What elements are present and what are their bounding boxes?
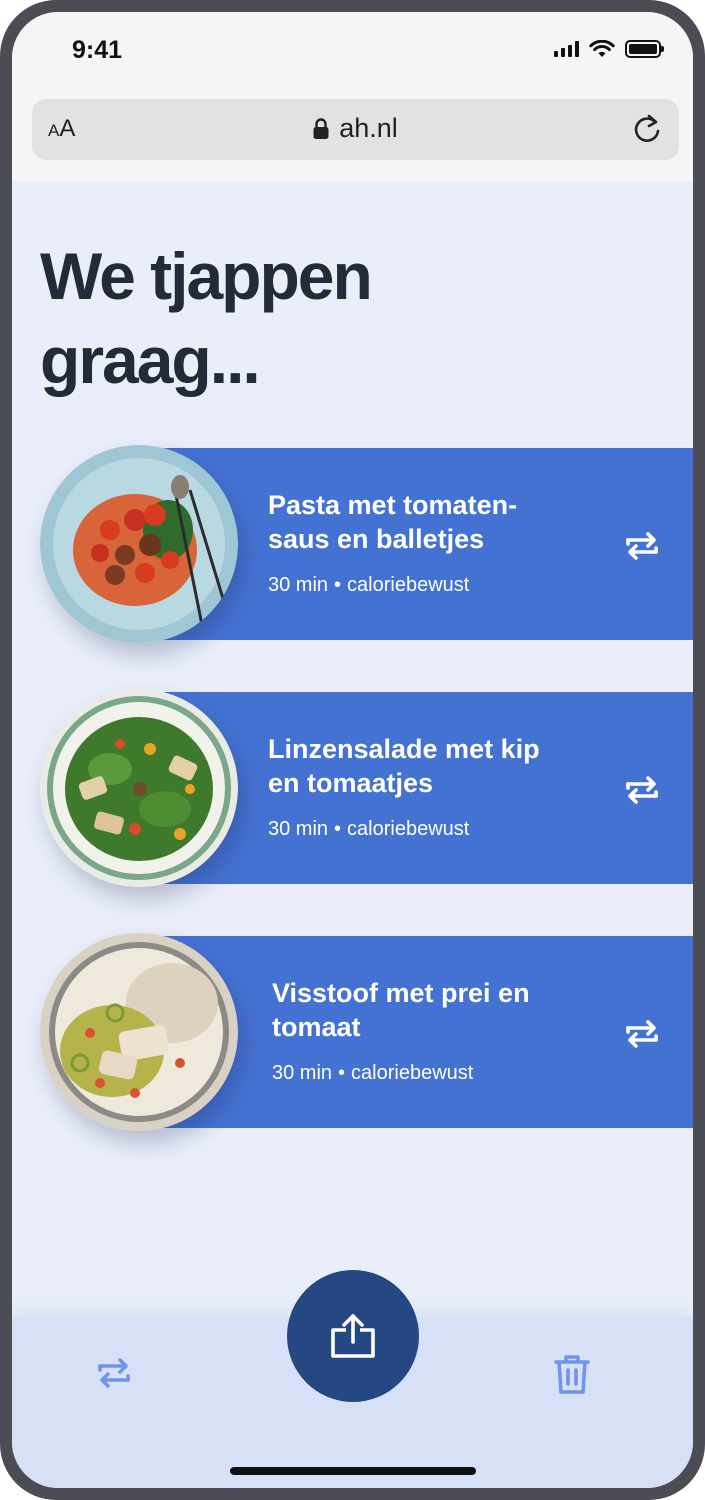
- stew-plate-image: [40, 933, 238, 1131]
- trash-icon[interactable]: [552, 1352, 592, 1396]
- recipe-card[interactable]: Pasta met tomaten-saus en balletjes 30 m…: [12, 445, 693, 643]
- share-icon: [331, 1314, 375, 1358]
- recipe-title[interactable]: Pasta met tomaten-saus en balletjes: [268, 488, 568, 556]
- recipe-time: 30 min: [272, 1062, 333, 1084]
- share-button[interactable]: [287, 1270, 419, 1402]
- status-icons: [554, 40, 664, 58]
- meta-separator: •: [334, 574, 342, 596]
- recipe-meta: 30 min • caloriebewust: [268, 818, 469, 841]
- swap-arrows-icon[interactable]: [94, 1352, 134, 1394]
- swap-arrows-icon[interactable]: [620, 1012, 664, 1056]
- wifi-icon: [589, 40, 615, 57]
- recipe-time: 30 min: [268, 574, 329, 596]
- signal-icon: [554, 41, 579, 57]
- pasta-plate-image: [40, 445, 238, 643]
- recipe-title[interactable]: Visstoof met prei en tomaat: [272, 976, 572, 1044]
- recipe-tag: caloriebewust: [351, 1062, 474, 1084]
- reload-icon[interactable]: [629, 112, 665, 148]
- recipe-tag: caloriebewust: [347, 574, 470, 596]
- swap-arrows-icon[interactable]: [620, 768, 664, 812]
- lock-icon: [313, 117, 329, 139]
- home-indicator[interactable]: [230, 1467, 476, 1475]
- recipe-time: 30 min: [268, 818, 329, 840]
- meta-separator: •: [338, 1062, 346, 1084]
- address-bar[interactable]: AA ah.nl: [32, 99, 679, 160]
- url-text: ah.nl: [339, 113, 398, 143]
- recipe-meta: 30 min • caloriebewust: [268, 574, 469, 597]
- swap-arrows-icon[interactable]: [620, 524, 664, 568]
- recipe-tag: caloriebewust: [347, 818, 470, 840]
- meta-separator: •: [334, 818, 342, 840]
- recipe-title[interactable]: Linzensalade met kip en tomaatjes: [268, 732, 568, 800]
- battery-icon: [625, 40, 664, 58]
- recipe-card[interactable]: Visstoof met prei en tomaat 30 min • calor…: [12, 933, 693, 1131]
- screen: 9:41 AA ah.nl We tjappen graag... Pasta …: [12, 12, 693, 1488]
- recipe-meta: 30 min • caloriebewust: [272, 1062, 473, 1085]
- url-display[interactable]: ah.nl: [32, 113, 679, 144]
- salad-plate-image: [40, 689, 238, 887]
- device-frame: 9:41 AA ah.nl We tjappen graag... Pasta …: [0, 0, 705, 1500]
- recipe-card[interactable]: Linzensalade met kip en tomaatjes 30 min…: [12, 689, 693, 887]
- page-title: We tjappen graag...: [40, 239, 373, 397]
- status-time: 9:41: [72, 36, 123, 64]
- browser-chrome: 9:41 AA ah.nl: [12, 12, 693, 182]
